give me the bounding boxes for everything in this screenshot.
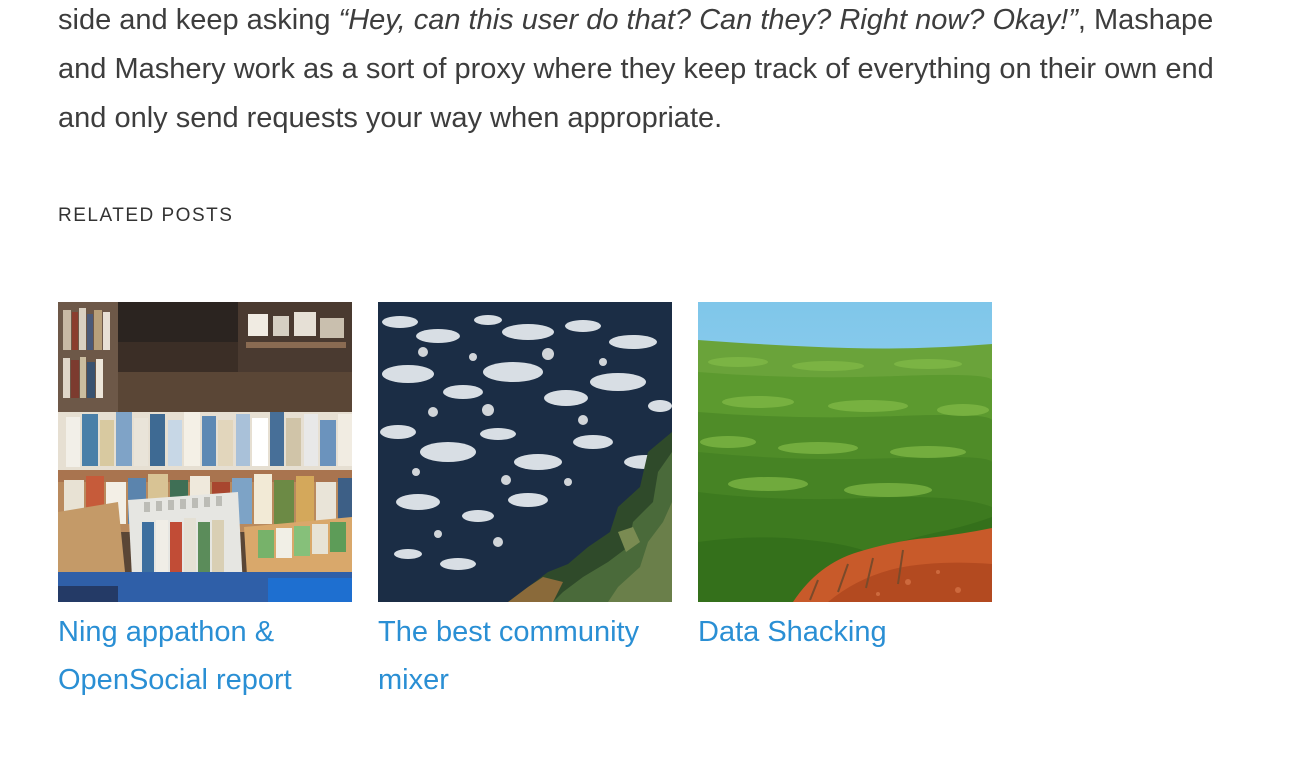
article-quote: “Hey, can this user do that? Can they? R… bbox=[338, 4, 1078, 36]
related-post-3[interactable]: Data Shacking bbox=[698, 302, 992, 704]
related-post-2[interactable]: The best community mixer bbox=[378, 302, 672, 704]
related-post-title[interactable]: Ning appathon & OpenSocial report bbox=[58, 608, 352, 704]
related-posts-heading: RELATED POSTS bbox=[58, 205, 234, 226]
article-paragraph: side and keep asking “Hey, can this user… bbox=[58, 0, 1238, 143]
bookshop-image[interactable] bbox=[58, 302, 352, 602]
satellite-coast-image[interactable] bbox=[378, 302, 672, 602]
related-post-1[interactable]: Ning appathon & OpenSocial report bbox=[58, 302, 352, 704]
related-post-title[interactable]: The best community mixer bbox=[378, 608, 672, 704]
tea-field-image[interactable] bbox=[698, 302, 992, 602]
related-post-title[interactable]: Data Shacking bbox=[698, 608, 992, 656]
related-posts-list: Ning appathon & OpenSocial report The be… bbox=[58, 302, 992, 704]
article-text-before: side and keep asking bbox=[58, 4, 339, 36]
